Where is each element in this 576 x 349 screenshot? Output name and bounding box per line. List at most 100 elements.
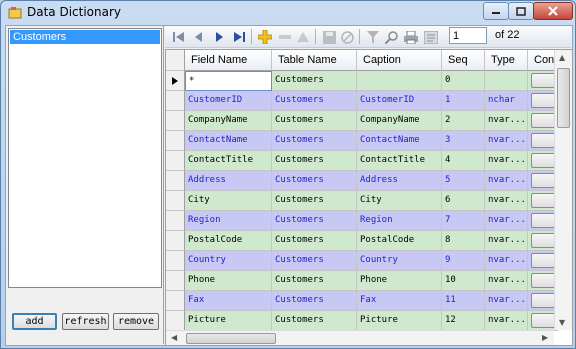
column-header-table-name[interactable]: Table Name bbox=[272, 50, 357, 71]
move-up-icon[interactable] bbox=[295, 29, 311, 45]
cell-caption[interactable]: Phone bbox=[357, 271, 442, 291]
column-header-caption[interactable]: Caption bbox=[357, 50, 442, 71]
scroll-right-icon[interactable]: ▶ bbox=[542, 333, 548, 342]
cell-caption[interactable]: City bbox=[357, 191, 442, 211]
cell-type[interactable]: nvar... bbox=[485, 191, 528, 211]
move-previous-icon[interactable] bbox=[191, 29, 207, 45]
row-header[interactable] bbox=[166, 231, 185, 251]
row-header[interactable] bbox=[166, 71, 185, 91]
cell-type[interactable]: nvar... bbox=[485, 131, 528, 151]
refresh-button[interactable]: refresh bbox=[62, 313, 109, 330]
cell-table[interactable]: Customers bbox=[272, 151, 357, 171]
add-new-icon[interactable] bbox=[257, 29, 273, 45]
cell-field[interactable]: CompanyName bbox=[185, 111, 272, 131]
cell-seq[interactable]: 12 bbox=[442, 311, 485, 331]
cell-table[interactable]: Customers bbox=[272, 111, 357, 131]
table-row[interactable]: PostalCode Customers PostalCode 8 nvar... bbox=[185, 231, 558, 251]
column-header-field-name[interactable]: Field Name bbox=[185, 50, 272, 71]
cell-seq[interactable]: 11 bbox=[442, 291, 485, 311]
vertical-scrollbar[interactable]: ▲ ▼ bbox=[554, 50, 572, 330]
cell-seq[interactable]: 7 bbox=[442, 211, 485, 231]
data-grid[interactable]: Field Name Table Name Caption Seq Type C… bbox=[165, 49, 573, 346]
cell-field[interactable]: CustomerID bbox=[185, 91, 272, 111]
cell-type[interactable]: nvar... bbox=[485, 271, 528, 291]
table-row[interactable]: ContactName Customers ContactName 3 nvar... bbox=[185, 131, 558, 151]
cell-field[interactable]: * bbox=[185, 71, 272, 91]
cell-field[interactable]: PostalCode bbox=[185, 231, 272, 251]
cell-seq[interactable]: 9 bbox=[442, 251, 485, 271]
cell-field[interactable]: Region bbox=[185, 211, 272, 231]
position-input[interactable]: 1 bbox=[449, 27, 487, 44]
table-row[interactable]: Picture Customers Picture 12 nvar... bbox=[185, 311, 558, 331]
row-header[interactable] bbox=[166, 151, 185, 171]
cell-caption[interactable]: Address bbox=[357, 171, 442, 191]
cell-type[interactable]: nvar... bbox=[485, 111, 528, 131]
title-bar[interactable]: Data Dictionary bbox=[1, 1, 575, 25]
minimize-button[interactable] bbox=[483, 2, 509, 20]
column-header-type[interactable]: Type bbox=[485, 50, 528, 71]
scroll-left-icon[interactable]: ◀ bbox=[171, 333, 177, 342]
cell-caption[interactable]: CustomerID bbox=[357, 91, 442, 111]
table-row[interactable]: Address Customers Address 5 nvar... bbox=[185, 171, 558, 191]
print-icon[interactable] bbox=[403, 29, 419, 45]
cell-table[interactable]: Customers bbox=[272, 231, 357, 251]
cell-caption[interactable]: Region bbox=[357, 211, 442, 231]
column-header-seq[interactable]: Seq bbox=[442, 50, 485, 71]
cell-caption[interactable]: Picture bbox=[357, 311, 442, 331]
cell-field[interactable]: Fax bbox=[185, 291, 272, 311]
row-header[interactable] bbox=[166, 251, 185, 271]
maximize-button[interactable] bbox=[508, 2, 534, 20]
cell-type[interactable]: nvar... bbox=[485, 231, 528, 251]
remove-button[interactable]: remove bbox=[113, 313, 159, 330]
cell-seq[interactable]: 10 bbox=[442, 271, 485, 291]
cell-field[interactable]: Phone bbox=[185, 271, 272, 291]
cell-type[interactable]: nchar bbox=[485, 91, 528, 111]
cell-table[interactable]: Customers bbox=[272, 171, 357, 191]
cell-table[interactable]: Customers bbox=[272, 191, 357, 211]
filter-icon[interactable] bbox=[365, 29, 381, 45]
row-header[interactable] bbox=[166, 211, 185, 231]
cell-caption[interactable]: CompanyName bbox=[357, 111, 442, 131]
save-icon[interactable] bbox=[321, 29, 337, 45]
table-row[interactable]: CompanyName Customers CompanyName 2 nvar... bbox=[185, 111, 558, 131]
cell-seq[interactable]: 5 bbox=[442, 171, 485, 191]
vertical-scroll-thumb[interactable] bbox=[557, 68, 570, 128]
row-header[interactable] bbox=[166, 91, 185, 111]
cell-type[interactable]: nvar... bbox=[485, 151, 528, 171]
table-row[interactable]: Fax Customers Fax 11 nvar... bbox=[185, 291, 558, 311]
cell-seq[interactable]: 1 bbox=[442, 91, 485, 111]
table-row[interactable]: * Customers 0 bbox=[185, 71, 558, 91]
cell-seq[interactable]: 0 bbox=[442, 71, 485, 91]
cell-seq[interactable]: 6 bbox=[442, 191, 485, 211]
cell-caption[interactable]: PostalCode bbox=[357, 231, 442, 251]
row-header[interactable] bbox=[166, 111, 185, 131]
table-row[interactable]: Country Customers Country 9 nvar... bbox=[185, 251, 558, 271]
table-row[interactable]: Region Customers Region 7 nvar... bbox=[185, 211, 558, 231]
cell-field[interactable]: ContactTitle bbox=[185, 151, 272, 171]
row-header[interactable] bbox=[166, 271, 185, 291]
cell-caption[interactable]: Fax bbox=[357, 291, 442, 311]
table-row[interactable]: Phone Customers Phone 10 nvar... bbox=[185, 271, 558, 291]
cell-table[interactable]: Customers bbox=[272, 291, 357, 311]
cell-caption[interactable]: ContactTitle bbox=[357, 151, 442, 171]
close-button[interactable] bbox=[533, 2, 573, 20]
cell-table[interactable]: Customers bbox=[272, 71, 357, 91]
tables-listbox[interactable]: Customers bbox=[8, 28, 162, 288]
cell-seq[interactable]: 4 bbox=[442, 151, 485, 171]
add-button[interactable]: add bbox=[12, 313, 57, 330]
cell-type[interactable]: nvar... bbox=[485, 311, 528, 331]
row-header[interactable] bbox=[166, 311, 185, 331]
cell-table[interactable]: Customers bbox=[272, 311, 357, 331]
cell-caption[interactable]: ContactName bbox=[357, 131, 442, 151]
cell-table[interactable]: Customers bbox=[272, 91, 357, 111]
cell-field[interactable]: Address bbox=[185, 171, 272, 191]
row-header[interactable] bbox=[166, 291, 185, 311]
delete-icon[interactable] bbox=[277, 29, 293, 45]
cell-seq[interactable]: 3 bbox=[442, 131, 485, 151]
cell-type[interactable]: nvar... bbox=[485, 291, 528, 311]
cell-seq[interactable]: 8 bbox=[442, 231, 485, 251]
cell-field[interactable]: City bbox=[185, 191, 272, 211]
row-header[interactable] bbox=[166, 171, 185, 191]
table-row[interactable]: ContactTitle Customers ContactTitle 4 nvar..… bbox=[185, 151, 558, 171]
cell-seq[interactable]: 2 bbox=[442, 111, 485, 131]
